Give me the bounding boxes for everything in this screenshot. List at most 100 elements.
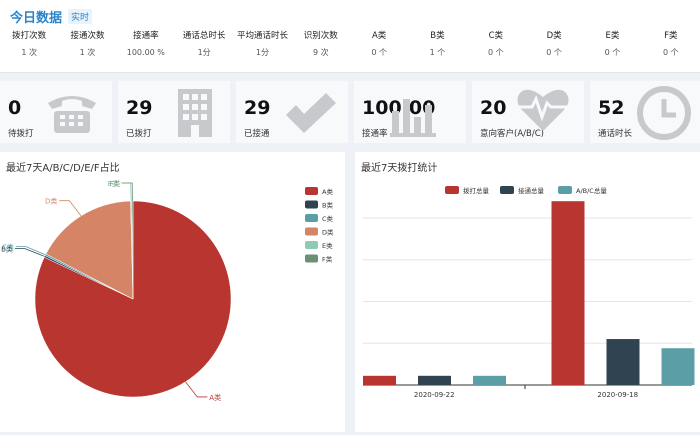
metric-label: D类 xyxy=(546,31,562,41)
legend-swatch[interactable] xyxy=(305,227,318,236)
pie-label: C类 xyxy=(2,243,14,252)
bar-chart: 2020-09-22 2020-09-18 拨打总量 接通总量 A/B/C总量 xyxy=(363,186,695,399)
bar-chart-icon xyxy=(390,99,436,137)
legend-label[interactable]: 接通总量 xyxy=(518,186,545,195)
x-tick-label: 2020-09-22 xyxy=(414,391,455,399)
bar[interactable] xyxy=(551,201,585,385)
bar-chart-panel: 最近7天拨打统计 2020-09-22 2020-09-18 拨打总量 接通总量 A/B… xyxy=(355,152,700,432)
metric-value: 0 个 xyxy=(546,48,562,57)
heartbeat-icon xyxy=(517,89,569,131)
metric-item: 接通率 100.00 % xyxy=(117,26,175,70)
metric-value: 100.00 % xyxy=(126,48,165,57)
metric-item: D类 0 个 xyxy=(525,26,583,70)
card-label: 接通率 xyxy=(362,129,388,139)
metric-label: B类 xyxy=(430,31,445,41)
legend-swatch[interactable] xyxy=(305,187,318,195)
pie-label: A类 xyxy=(209,393,221,402)
legend-label[interactable]: 拨打总量 xyxy=(463,186,490,195)
metric-value: 0 个 xyxy=(371,48,387,57)
metric-label: 拨打次数 xyxy=(12,31,47,41)
metric-item: 拨打次数 1 次 xyxy=(0,26,58,70)
pie-label-line xyxy=(59,200,82,217)
bar[interactable] xyxy=(473,375,506,385)
today-data-panel: 今日数据 实时 拨打次数 1 次 接通次数 1 次 接通率 100.00 % 通话总时长 1分… xyxy=(0,0,700,73)
card-label: 已拨打 xyxy=(126,129,152,139)
card-value: 52 xyxy=(598,97,625,119)
metric-label: 接通率 xyxy=(133,31,159,41)
card-call-duration: 52 通话时长 xyxy=(590,81,700,143)
metric-value: 1 次 xyxy=(79,48,96,57)
page-title: 今日数据 xyxy=(10,10,63,26)
metric-item: A类 0 个 xyxy=(350,26,408,70)
card-connect-rate: 100.00 接通率 xyxy=(354,81,466,143)
metric-item: E类 0 个 xyxy=(583,26,641,70)
legend-swatch[interactable] xyxy=(558,186,572,194)
bar[interactable] xyxy=(363,375,396,385)
pie-label-line xyxy=(185,381,208,398)
pie-label: D类 xyxy=(45,197,57,206)
metric-label: 平均通话时长 xyxy=(236,31,288,41)
pie-chart: A类B类C类D类E类F类A类B类C类D类E类F类 xyxy=(1,179,334,402)
legend-swatch[interactable] xyxy=(305,254,318,263)
metric-label: 接通次数 xyxy=(70,31,105,41)
metric-item: B类 1 个 xyxy=(408,26,466,70)
metric-value: 1分 xyxy=(255,48,270,57)
legend-label[interactable]: D类 xyxy=(322,228,334,237)
bar[interactable] xyxy=(418,375,451,385)
legend-label[interactable]: F类 xyxy=(322,255,333,264)
legend-swatch[interactable] xyxy=(305,200,318,209)
metric-value: 1 个 xyxy=(429,48,446,57)
card-label: 通话时长 xyxy=(598,129,633,139)
today-title-row: 今日数据 实时 xyxy=(10,7,93,26)
legend-swatch[interactable] xyxy=(500,186,514,194)
metric-value: 1 次 xyxy=(21,48,37,57)
card-intent-customers: 20 意向客户(A/B/C) xyxy=(472,81,584,143)
metric-label: E类 xyxy=(605,31,620,41)
legend-swatch[interactable] xyxy=(445,186,459,194)
metric-item: C类 0 个 xyxy=(467,26,525,70)
metric-item: 接通次数 1 次 xyxy=(58,26,116,70)
pie-label: F类 xyxy=(109,179,120,188)
phone-icon xyxy=(48,96,96,133)
metric-item: 平均通话时长 1分 xyxy=(233,26,291,70)
metric-value: 0 个 xyxy=(604,48,621,57)
check-icon xyxy=(286,93,336,133)
legend-swatch[interactable] xyxy=(305,241,318,249)
metric-label: 通话总时长 xyxy=(182,31,226,41)
metric-value: 1分 xyxy=(197,48,211,57)
building-icon xyxy=(178,89,212,137)
legend-label[interactable]: E类 xyxy=(322,241,333,250)
metric-label: C类 xyxy=(488,31,503,41)
legend-label[interactable]: C类 xyxy=(322,214,334,223)
card-value: 29 xyxy=(244,97,271,119)
card-dialed: 29 已拨打 xyxy=(118,81,230,143)
metric-value: 9 次 xyxy=(312,48,329,57)
card-label: 已接通 xyxy=(244,129,270,139)
legend-label[interactable]: B类 xyxy=(322,201,333,210)
pie-chart-panel: 最近7天A/B/C/D/E/F占比 A类 B类 C类 D类 E类 F类 A类 B类 C类 D类 E类… xyxy=(0,152,345,432)
stat-cards: 0 待拨打 29 已拨打 29 已接通 100.00 接通率 20 意向客户(A… xyxy=(0,75,700,147)
realtime-badge: 实时 xyxy=(68,8,93,24)
metric-value: 0 个 xyxy=(662,48,679,57)
card-label: 待拨打 xyxy=(8,129,34,139)
card-value: 29 xyxy=(126,97,153,119)
clock-icon xyxy=(637,86,691,140)
legend-label[interactable]: A类 xyxy=(322,187,333,196)
card-value: 0 xyxy=(8,97,22,119)
metric-item: F类 0 个 xyxy=(642,26,700,70)
card-pending: 0 待拨打 xyxy=(0,81,112,143)
card-value: 20 xyxy=(480,97,507,119)
metric-label: F类 xyxy=(664,31,678,41)
card-connected: 29 已接通 xyxy=(236,81,348,143)
bar[interactable] xyxy=(661,348,695,385)
metrics-row: 拨打次数 1 次 接通次数 1 次 接通率 100.00 % 通话总时长 1分 平均通话时长 1分… xyxy=(0,26,700,70)
metric-label: 识别次数 xyxy=(303,31,338,41)
metric-value: 0 个 xyxy=(487,48,504,57)
legend-swatch[interactable] xyxy=(305,214,318,222)
legend-label[interactable]: A/B/C总量 xyxy=(576,186,607,195)
metric-item: 通话总时长 1分 xyxy=(175,26,233,70)
metric-label: A类 xyxy=(371,31,387,41)
pie-label-line xyxy=(120,182,132,202)
metric-item: 识别次数 9 次 xyxy=(292,26,350,70)
bar[interactable] xyxy=(606,339,640,385)
